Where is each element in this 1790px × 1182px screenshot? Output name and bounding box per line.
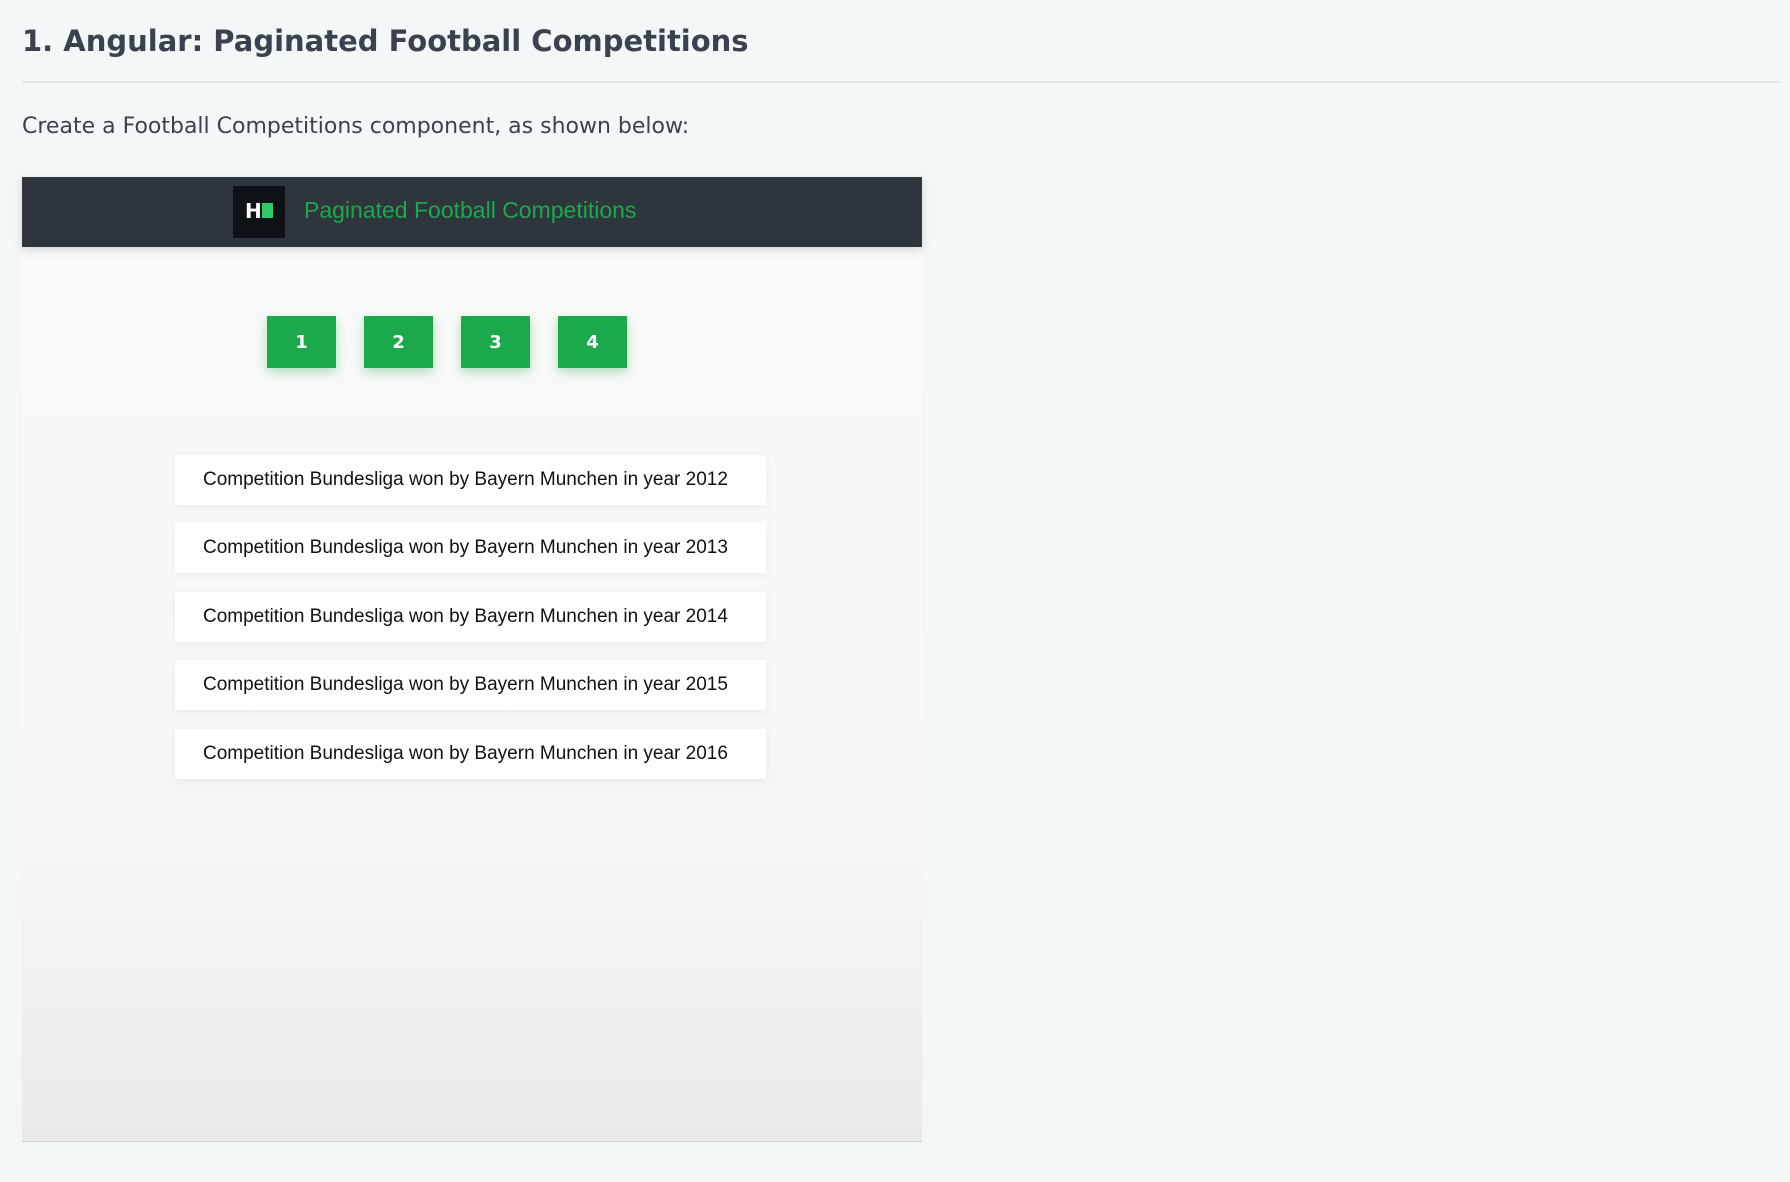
app-header: H Paginated Football Competitions	[22, 177, 922, 247]
page-button-4[interactable]: 4	[558, 316, 627, 368]
list-item: Competition Bundesliga won by Bayern Mun…	[175, 660, 766, 710]
page-title: 1. Angular: Paginated Football Competiti…	[22, 24, 749, 58]
example-screenshot: H Paginated Football Competitions 1 2 3 …	[22, 177, 922, 1142]
app-title: Paginated Football Competitions	[304, 197, 637, 223]
page-button-3[interactable]: 3	[461, 316, 530, 368]
page-button-2[interactable]: 2	[364, 316, 433, 368]
page-button-1[interactable]: 1	[267, 316, 336, 368]
intro-text: Create a Football Competitions component…	[22, 114, 690, 139]
divider	[22, 81, 1780, 83]
hackerrank-logo-icon: H	[233, 186, 285, 238]
list-item: Competition Bundesliga won by Bayern Mun…	[175, 729, 766, 779]
list-item: Competition Bundesliga won by Bayern Mun…	[175, 455, 766, 505]
logo-square	[262, 203, 273, 218]
list-item: Competition Bundesliga won by Bayern Mun…	[175, 592, 766, 642]
logo-letter: H	[245, 199, 262, 223]
list-item: Competition Bundesliga won by Bayern Mun…	[175, 523, 766, 573]
